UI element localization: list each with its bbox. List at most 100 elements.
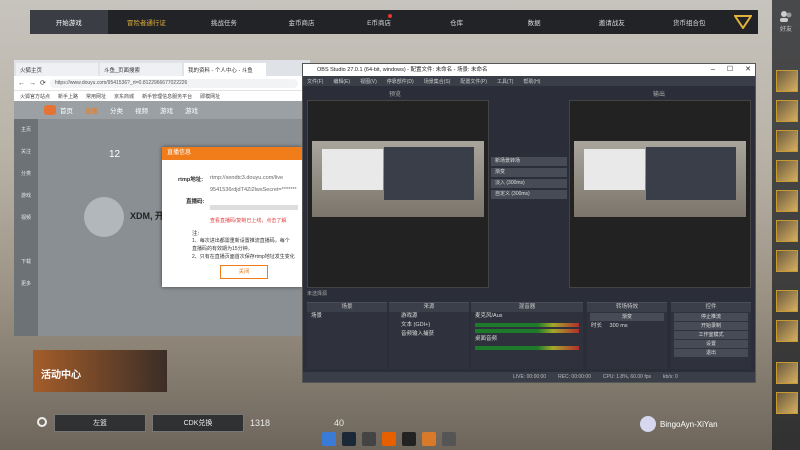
app-icon[interactable] <box>322 432 336 446</box>
douyu-side-item[interactable] <box>14 229 38 251</box>
friend-avatar[interactable] <box>776 392 798 414</box>
friend-avatar[interactable] <box>776 320 798 342</box>
nav-label: 冒险者通行证 <box>126 20 166 27</box>
transition-duration[interactable]: 淡入 (300ms) <box>491 179 567 188</box>
douyu-nav-item[interactable]: 首页 <box>60 105 73 115</box>
source-item[interactable]: 文本 (GDI+) <box>389 321 469 330</box>
event-center-card[interactable]: 活动中心 <box>33 350 167 392</box>
rtmp-value[interactable]: rtmp://sendtc3.douyu.com/live <box>210 175 283 181</box>
bookmark-item[interactable]: 火狐官方站点 <box>20 93 50 100</box>
app-icon[interactable] <box>442 432 456 446</box>
source-item[interactable]: 游戏源 <box>389 312 469 321</box>
nav-data[interactable]: 数据 <box>495 10 573 34</box>
stop-streaming-button[interactable]: 停止推流 <box>674 313 748 321</box>
start-recording-button[interactable]: 开始录制 <box>674 322 748 330</box>
douyu-nav-item[interactable]: 游戏 <box>185 105 198 115</box>
douyu-nav-item[interactable]: 直播 <box>85 105 98 115</box>
friend-avatar[interactable] <box>776 70 798 92</box>
friend-avatar[interactable] <box>776 100 798 122</box>
nav-warehouse[interactable]: 仓库 <box>418 10 496 34</box>
exit-button[interactable]: 退出 <box>674 349 748 357</box>
douyu-side-item[interactable]: 关注 <box>14 141 38 163</box>
source-item[interactable]: 音频输入捕获 <box>389 330 469 339</box>
menu-item[interactable]: 文件(F) <box>307 78 323 85</box>
douyu-side-item[interactable]: 主页 <box>14 119 38 141</box>
douyu-side-item[interactable]: 更多 <box>14 273 38 295</box>
douyu-side-item[interactable]: 游戏 <box>14 185 38 207</box>
gear-icon[interactable] <box>36 416 48 430</box>
nav-battle-pass[interactable]: 冒险者通行证 <box>108 10 186 34</box>
nav-gold-shop[interactable]: 金币商店 <box>263 10 341 34</box>
maximize-icon[interactable]: ☐ <box>727 64 733 76</box>
douyu-side-item[interactable]: 下载 <box>14 251 38 273</box>
transition-select[interactable]: 渐变 <box>491 168 567 177</box>
minimize-icon[interactable]: – <box>711 64 715 76</box>
douyu-side-item[interactable]: 分类 <box>14 163 38 185</box>
program-canvas[interactable] <box>569 100 751 288</box>
duration-input[interactable]: 300 ms <box>610 323 628 329</box>
back-icon[interactable]: ← <box>18 80 25 87</box>
bookmark-item[interactable]: 新手管理信息服务平台 <box>142 93 192 100</box>
user-badge[interactable]: BingoAyn-XiYan <box>640 416 718 432</box>
nav-challenge[interactable]: 挑战任务 <box>185 10 263 34</box>
avatar[interactable] <box>84 197 124 237</box>
friend-avatar[interactable] <box>776 220 798 242</box>
cdk-redeem-button[interactable]: CDK兑换 <box>152 414 244 432</box>
transition-custom[interactable]: 自定义 (300ms) <box>491 190 567 199</box>
douyu-side-item[interactable]: 视频 <box>14 207 38 229</box>
forward-icon[interactable]: → <box>29 80 36 87</box>
douyu-nav-item[interactable]: 游戏 <box>160 105 173 115</box>
studio-mode-button[interactable]: 工作室模式 <box>674 331 748 339</box>
friends-label: 好友 <box>779 27 792 33</box>
scene-item[interactable]: 场景 <box>307 312 387 321</box>
menu-item[interactable]: 场景集合(S) <box>424 78 451 85</box>
friend-avatar[interactable] <box>776 190 798 212</box>
menu-item[interactable]: 视图(V) <box>360 78 377 85</box>
obs-icon[interactable] <box>402 432 416 446</box>
douyu-nav-item[interactable]: 视频 <box>135 105 148 115</box>
browser-tab[interactable]: 斗鱼_页面搜索 <box>100 63 182 76</box>
friend-avatar[interactable] <box>776 130 798 152</box>
browser-tab[interactable]: 火狐主页 <box>16 63 98 76</box>
douyu-logo[interactable] <box>44 105 56 115</box>
menu-item[interactable]: 帮助(H) <box>523 78 540 85</box>
menu-item[interactable]: 工具(T) <box>497 78 513 85</box>
nav-invite[interactable]: 邀请战友 <box>573 10 651 34</box>
nav-ecoin-shop[interactable]: E币商店 <box>340 10 418 34</box>
app-icon[interactable] <box>362 432 376 446</box>
stream-key-value[interactable]: 9541536rdjdT4Zi2lwsSecret=******* <box>210 187 302 193</box>
friend-avatar[interactable] <box>776 290 798 312</box>
friends-icon[interactable] <box>779 10 793 22</box>
bookmark-item[interactable]: 即模网址 <box>200 93 220 100</box>
settings-button[interactable]: 设置 <box>674 340 748 348</box>
refresh-icon[interactable]: ⟳ <box>40 79 46 87</box>
nav-bundle[interactable]: 货币组合包 <box>651 10 729 34</box>
bookmark-item[interactable]: 京东商城 <box>114 93 134 100</box>
browser-tab[interactable]: 我的资料 - 个人中心 - 斗鱼 <box>184 63 266 76</box>
key-hint[interactable]: 查看直播码/复制已上线，点击了解 <box>210 217 286 224</box>
close-button[interactable]: 关闭 <box>220 265 268 279</box>
close-icon[interactable]: ✕ <box>745 64 751 76</box>
nav-label: 数据 <box>527 20 541 27</box>
friend-avatar[interactable] <box>776 160 798 182</box>
steam-icon[interactable] <box>342 432 356 446</box>
douyu-nav-item[interactable]: 分类 <box>110 105 123 115</box>
friend-avatar[interactable] <box>776 362 798 384</box>
key-scrollbar[interactable] <box>210 205 298 210</box>
firefox-icon[interactable] <box>382 432 396 446</box>
nav-start-game[interactable]: 开始游戏 <box>30 10 108 34</box>
rank-logo-icon[interactable] <box>728 10 758 34</box>
preview-canvas[interactable] <box>307 100 489 288</box>
url-input[interactable]: https://www.douyu.com/9541536?_rt=0.8122… <box>49 78 298 88</box>
friend-avatar[interactable] <box>776 250 798 272</box>
menu-item[interactable]: 配置文件(P) <box>460 78 487 85</box>
menu-item[interactable]: 编辑(E) <box>333 78 350 85</box>
transition-type-select[interactable]: 渐变 <box>590 313 664 321</box>
bookmark-item[interactable]: 常用网址 <box>86 93 106 100</box>
lobby-button[interactable]: 左篮 <box>54 414 146 432</box>
transition-button[interactable]: 新场景转场 <box>491 157 567 166</box>
menu-item[interactable]: 停靠部件(D) <box>387 78 414 85</box>
app-icon[interactable] <box>422 432 436 446</box>
rtmp-label: rtmp地址: <box>178 177 204 183</box>
bookmark-item[interactable]: 新手上路 <box>58 93 78 100</box>
